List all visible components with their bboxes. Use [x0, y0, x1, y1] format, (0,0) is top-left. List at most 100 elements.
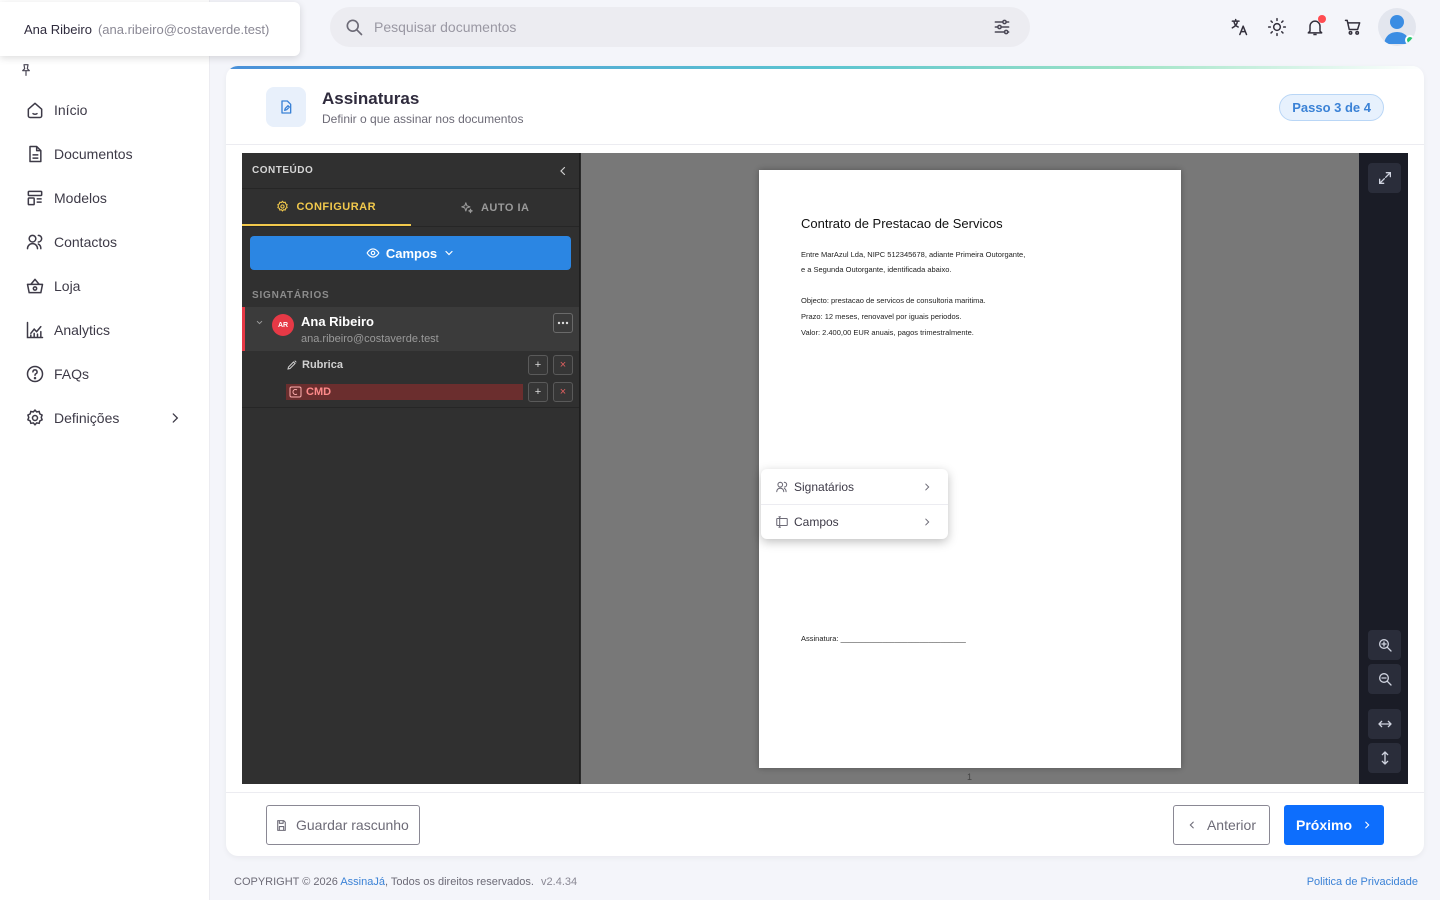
cmd-key-icon	[289, 386, 302, 398]
arrows-horizontal-icon	[1377, 720, 1392, 728]
signer-avatar: AR	[272, 314, 294, 336]
zoom-in-button[interactable]	[1368, 630, 1401, 660]
document-line: Objecto: prestacao de servicos de consul…	[801, 296, 986, 305]
signer-row[interactable]: AR Ana Ribeiro ana.ribeiro@costaverde.te…	[242, 307, 579, 351]
add-field-button[interactable]: +	[528, 355, 548, 375]
sidebar-item-label: Analytics	[54, 322, 111, 338]
privacy-link[interactable]: Politica de Privacidade	[1307, 876, 1418, 888]
chevron-down-icon[interactable]	[255, 318, 264, 327]
field-label: CMD	[286, 384, 523, 400]
document-line: Entre MarAzul Lda, NIPC 512345678, adian…	[801, 250, 1026, 259]
field-row-cmd[interactable]: CMD + ×	[242, 378, 579, 405]
context-menu-campos[interactable]: Campos	[761, 504, 948, 539]
zoom-out-button[interactable]	[1368, 664, 1401, 694]
sidebar-item-inicio[interactable]: Início	[0, 88, 210, 132]
fullscreen-button[interactable]	[1368, 163, 1401, 193]
help-icon	[24, 363, 46, 385]
avatar[interactable]	[1378, 8, 1416, 46]
topbar-actions	[1220, 8, 1416, 46]
notification-dot	[1318, 15, 1326, 23]
campos-button-label: Campos	[385, 245, 438, 261]
sidebar-item-documentos[interactable]: Documentos	[0, 132, 210, 176]
copyright-text: COPYRIGHT © 2026	[234, 876, 341, 888]
field-row-rubrica[interactable]: Rubrica + ×	[242, 351, 579, 378]
document-icon	[24, 143, 46, 165]
zoom-in-icon	[1378, 639, 1392, 652]
sidebar-item-loja[interactable]: Loja	[0, 264, 210, 308]
pen-icon	[287, 360, 297, 370]
user-chip[interactable]: Ana Ribeiro (ana.ribeiro@costaverde.test…	[0, 2, 300, 56]
remove-field-button[interactable]: ×	[553, 355, 573, 375]
tab-configurar-label: CONFIGURAR	[296, 200, 377, 213]
document-editor: CONTEÚDO CONFIGURAR AUTO IA Campos SIGNA…	[242, 153, 1408, 784]
pin-icon[interactable]	[18, 62, 34, 78]
more-options-icon[interactable]	[553, 313, 573, 333]
save-icon	[277, 819, 286, 831]
signer-group: AR Ana Ribeiro ana.ribeiro@costaverde.te…	[242, 307, 579, 408]
document-viewer[interactable]: Contrato de Prestacao de Servicos Entre …	[581, 153, 1359, 784]
sidebar-item-definicoes[interactable]: Definições	[0, 396, 210, 440]
panel-tabs: CONFIGURAR AUTO IA	[242, 189, 579, 227]
campos-button[interactable]: Campos	[250, 236, 571, 270]
search-bar[interactable]	[330, 7, 1030, 47]
sidebar-item-label: Loja	[54, 278, 81, 294]
document-line: e a Segunda Outorgante, identificada aba…	[801, 265, 952, 274]
tab-configurar[interactable]: CONFIGURAR	[242, 189, 411, 226]
fit-height-button[interactable]	[1368, 743, 1401, 773]
next-button[interactable]: Próximo	[1283, 805, 1384, 845]
chevron-left-icon[interactable]	[557, 165, 569, 177]
context-menu-label: Campos	[794, 515, 839, 529]
sidebar-item-label: Contactos	[54, 234, 118, 250]
expand-icon	[1378, 172, 1391, 184]
search-input[interactable]	[374, 19, 974, 35]
sidebar-item-faqs[interactable]: FAQs	[0, 352, 210, 396]
tab-auto-ia[interactable]: AUTO IA	[411, 189, 580, 226]
sidebar-item-label: Documentos	[54, 146, 133, 162]
sidebar-item-label: Início	[54, 102, 88, 118]
gear-icon	[277, 200, 289, 212]
basket-icon	[24, 275, 46, 297]
sidebar-item-modelos[interactable]: Modelos	[0, 176, 210, 220]
remove-field-button[interactable]: ×	[553, 382, 573, 402]
chevron-left-icon	[1189, 821, 1194, 829]
document-line: Valor: 2.400,00 EUR anuais, pagos trimes…	[801, 328, 974, 337]
field-label: Rubrica	[286, 357, 343, 373]
context-menu-label: Signatários	[794, 479, 855, 494]
sidebar-item-contactos[interactable]: Contactos	[0, 220, 210, 264]
cart-icon[interactable]	[1334, 8, 1372, 46]
document-line: Prazo: 12 meses, renovavel por iguais pe…	[801, 312, 962, 321]
signatures-card: Assinaturas Definir o que assinar nos do…	[226, 66, 1424, 856]
card-footer: Guardar rascunho Anterior Próximo	[226, 792, 1424, 856]
translate-icon[interactable]	[1220, 8, 1258, 46]
sparkles-icon	[461, 201, 473, 213]
field-label-text: Rubrica	[302, 359, 343, 371]
step-badge: Passo 3 de 4	[1279, 94, 1384, 121]
previous-button[interactable]: Anterior	[1172, 805, 1270, 845]
tab-auto-ia-label: AUTO IA	[480, 201, 530, 214]
signer-name: Ana Ribeiro	[301, 314, 374, 329]
online-status-dot	[1405, 35, 1415, 45]
context-menu: Signatários Campos	[761, 469, 948, 539]
signature-doc-icon	[266, 87, 306, 127]
save-draft-button[interactable]: Guardar rascunho	[266, 805, 420, 845]
card-header: Assinaturas Definir o que assinar nos do…	[226, 69, 1424, 145]
chevron-right-icon	[925, 518, 930, 526]
sun-icon[interactable]	[1258, 8, 1296, 46]
filter-icon[interactable]	[992, 17, 1012, 37]
sidebar-item-analytics[interactable]: Analytics	[0, 308, 210, 352]
brand-link[interactable]: AssinaJá	[340, 876, 385, 888]
panel-header: CONTEÚDO	[242, 153, 579, 189]
topbar	[210, 0, 1440, 54]
zoom-out-icon	[1378, 673, 1392, 686]
fit-width-button[interactable]	[1368, 709, 1401, 739]
field-label-text: CMD	[306, 386, 332, 398]
context-menu-signatarios[interactable]: Signatários	[761, 469, 948, 504]
bell-icon[interactable]	[1296, 8, 1334, 46]
rights-text: , Todos os direitos reservados.	[384, 876, 534, 888]
viewer-toolbar	[1359, 153, 1408, 784]
eye-icon	[366, 248, 380, 258]
add-field-button[interactable]: +	[528, 382, 548, 402]
version-text: v2.4.34	[541, 876, 578, 888]
chevron-right-icon	[925, 483, 930, 490]
page-title: Assinaturas	[322, 89, 420, 108]
